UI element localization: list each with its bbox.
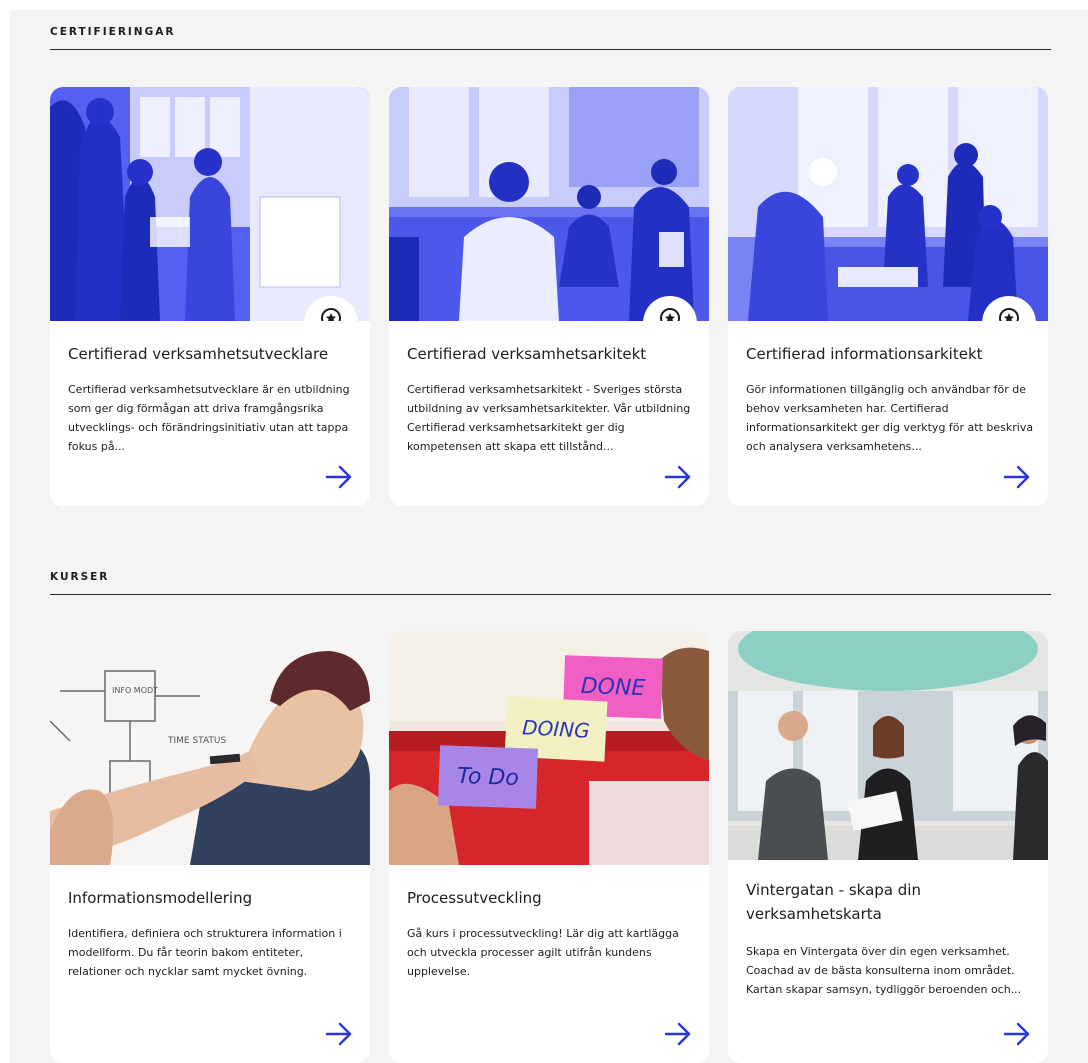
card-image xyxy=(728,631,1048,860)
card-description: Identifiera, definiera och strukturera i… xyxy=(68,927,342,978)
card-description: Certifierad verksamhetsarkitekt - Sverig… xyxy=(407,383,691,453)
section-title-certifications: CERTIFIERINGAR xyxy=(50,26,1051,50)
section-title-courses: KURSER xyxy=(50,571,1051,595)
card-image: INFO MODT TIME STATUS xyxy=(50,631,370,865)
sticky-note-todo: To Do xyxy=(437,745,539,809)
arrow-right-icon[interactable] xyxy=(1002,1021,1032,1047)
card-title: Processutveckling xyxy=(407,889,542,907)
card-image xyxy=(728,87,1048,321)
card-title: Certifierad verksamhetsutvecklare xyxy=(68,345,329,363)
award-ribbon-icon xyxy=(660,308,680,321)
card-title: Certifierad verksamhetsarkitekt xyxy=(407,345,647,363)
card-image xyxy=(50,87,370,321)
card-title: Certifierad informationsarkitekt xyxy=(746,345,983,363)
card-title: Informationsmodellering xyxy=(68,889,253,907)
card-title: Vintergatan - skapa din verksamhetskarta xyxy=(746,881,921,923)
card-description: Skapa en Vintergata över din egen verksa… xyxy=(746,945,1022,996)
arrow-right-icon[interactable] xyxy=(663,1021,693,1047)
card-image: DONE DOING To Do xyxy=(389,631,709,865)
card-description: Gå kurs i processutveckling! Lär dig att… xyxy=(407,927,679,978)
svg-text:INFO MODT: INFO MODT xyxy=(112,686,158,695)
card-certifierad-informationsarkitekt[interactable]: Certifierad informationsarkitekt Gör inf… xyxy=(728,87,1048,506)
arrow-right-icon[interactable] xyxy=(1002,464,1032,490)
page: CERTIFIERINGAR Certifierad verksamhetsut… xyxy=(10,10,1088,1063)
card-description: Gör informationen tillgänglig och använd… xyxy=(746,383,1034,453)
card-certifierad-verksamhetsutvecklare[interactable]: Certifierad verksamhetsutvecklare Certif… xyxy=(50,87,370,506)
arrow-right-icon[interactable] xyxy=(663,464,693,490)
award-ribbon-icon xyxy=(999,308,1019,321)
card-certifierad-verksamhetsarkitekt[interactable]: Certifierad verksamhetsarkitekt Certifie… xyxy=(389,87,709,506)
svg-text:TIME STATUS: TIME STATUS xyxy=(167,736,227,746)
arrow-right-icon[interactable] xyxy=(324,1021,354,1047)
card-informationsmodellering[interactable]: INFO MODT TIME STATUS Informationsmodell… xyxy=(50,631,370,1063)
card-processutveckling[interactable]: DONE DOING To Do Processutveckling Gå ku… xyxy=(389,631,709,1063)
arrow-right-icon[interactable] xyxy=(324,464,354,490)
card-vintergatan[interactable]: Vintergatan - skapa din verksamhetskarta… xyxy=(728,631,1048,1063)
award-ribbon-icon xyxy=(321,308,341,321)
card-description: Certifierad verksamhetsutvecklare är en … xyxy=(68,383,350,453)
card-image xyxy=(389,87,709,321)
